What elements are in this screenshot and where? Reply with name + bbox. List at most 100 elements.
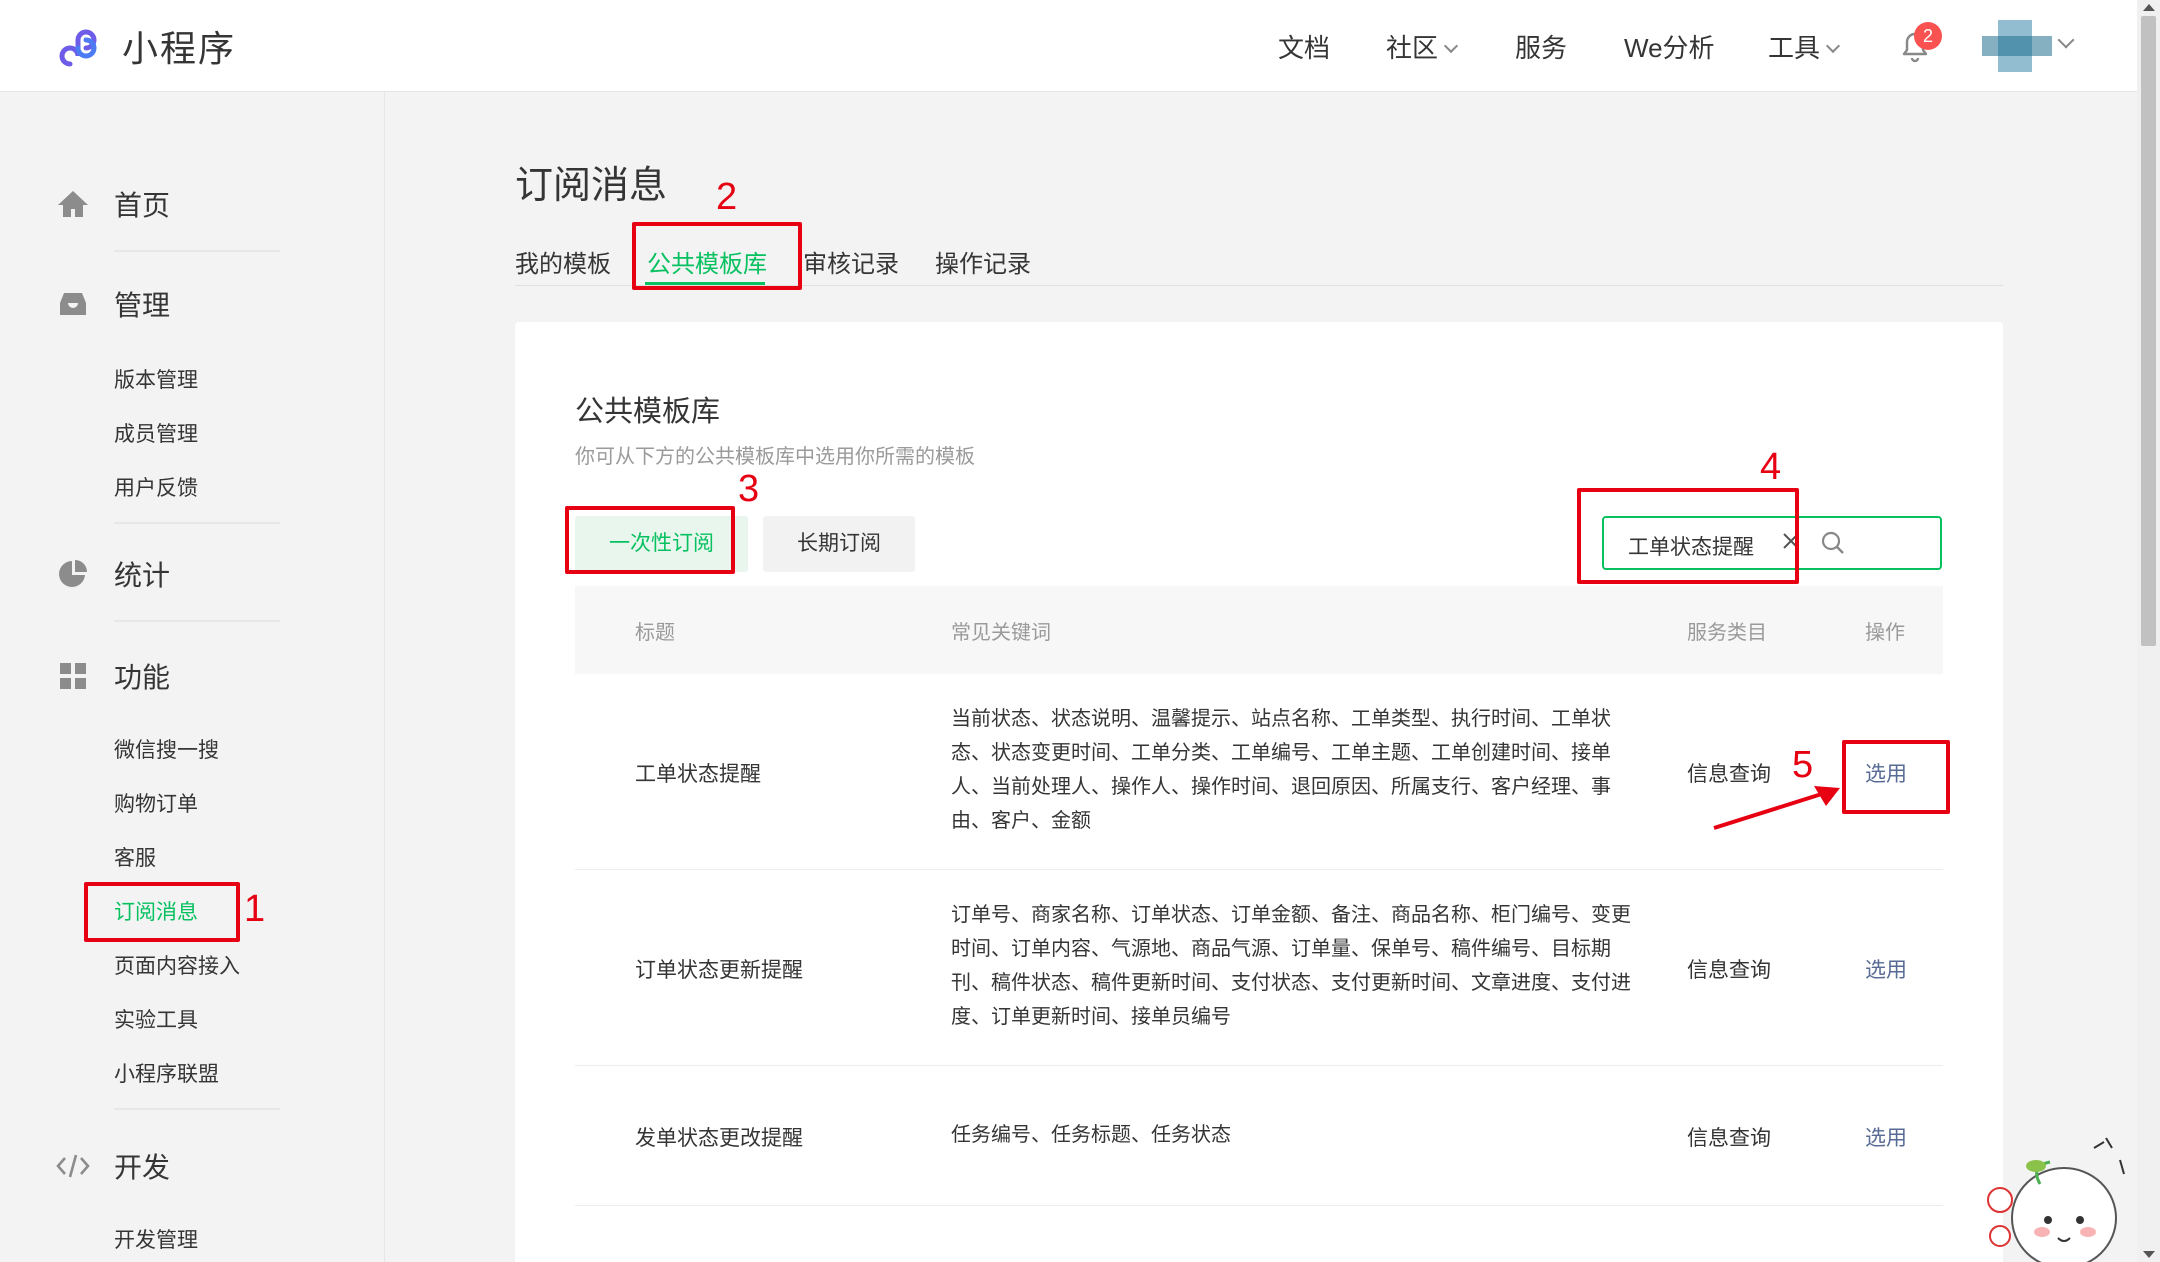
nav-tools[interactable]: 工具 xyxy=(1768,28,1841,65)
table-row: 发单状态更改提醒 任务编号、任务标题、任务状态 信息查询 选用 xyxy=(575,1066,1943,1206)
sidebar-item-dev-management[interactable]: 开发管理 xyxy=(114,1224,198,1254)
sidebar: 首页 管理 版本管理 成员管理 用户反馈 统计 功能 微信搜一搜 购物订单 客服… xyxy=(0,92,385,1262)
page-title: 订阅消息 xyxy=(515,165,668,207)
keyword-line: 任务编号、任务标题、任务状态 xyxy=(951,1124,1231,1146)
nav-docs-label: 文档 xyxy=(1278,33,1331,63)
annotation-box-1 xyxy=(84,882,240,942)
keyword-line: 态、状态变更时间、工单分类、工单编号、工单主题、工单创建时间、接单 xyxy=(951,742,1611,764)
sidebar-section-stats[interactable]: 统计 xyxy=(56,554,170,594)
tab-operation-records[interactable]: 操作记录 xyxy=(935,244,1031,279)
nav-community-label: 社区 xyxy=(1386,33,1439,63)
annotation-number-4: 4 xyxy=(1760,446,1782,488)
chevron-down-icon xyxy=(1443,38,1459,54)
home-icon xyxy=(56,187,90,221)
sidebar-item-version-management[interactable]: 版本管理 xyxy=(114,364,198,394)
row-title: 工单状态提醒 xyxy=(635,763,761,786)
nav-tools-label: 工具 xyxy=(1768,33,1821,63)
divider xyxy=(114,1108,280,1110)
sidebar-item-user-feedback[interactable]: 用户反馈 xyxy=(114,472,198,502)
row-category: 信息查询 xyxy=(1687,1127,1771,1150)
sidebar-item-experiment-tools[interactable]: 实验工具 xyxy=(114,1004,198,1034)
sidebar-item-customer-service[interactable]: 客服 xyxy=(114,842,156,872)
column-header-category: 服务类目 xyxy=(1687,622,1767,644)
sidebar-section-label: 管理 xyxy=(114,290,171,321)
subtab-long-term-subscription[interactable]: 长期订阅 xyxy=(763,516,915,572)
sidebar-section-label: 功能 xyxy=(114,662,171,693)
scrollbar[interactable] xyxy=(2137,0,2160,1262)
sidebar-section-label: 开发 xyxy=(114,1152,171,1183)
code-icon xyxy=(56,1149,90,1183)
row-keywords: 当前状态、状态说明、温馨提示、站点名称、工单类型、执行时间、工单状 态、状态变更… xyxy=(951,702,1667,838)
annotation-number-5: 5 xyxy=(1792,744,1814,786)
row-keywords: 订单号、商家名称、订单状态、订单金额、备注、商品名称、柜门编号、变更 时间、订单… xyxy=(951,898,1667,1034)
keyword-line: 当前状态、状态说明、温馨提示、站点名称、工单类型、执行时间、工单状 xyxy=(951,708,1611,730)
pie-chart-icon xyxy=(56,557,90,591)
notification-badge: 2 xyxy=(1914,22,1942,50)
sidebar-section-label: 首页 xyxy=(114,190,171,221)
sidebar-section-features[interactable]: 功能 xyxy=(56,656,170,696)
divider xyxy=(114,250,280,252)
select-template-button[interactable]: 选用 xyxy=(1865,954,1907,984)
keyword-line: 由、客户、金额 xyxy=(951,810,1091,832)
table-header: 标题 常见关键词 服务类目 操作 xyxy=(575,586,1943,674)
top-navbar: 小程序 文档 社区 服务 We分析 工具 2 xyxy=(0,0,2137,92)
sidebar-item-member-management[interactable]: 成员管理 xyxy=(114,418,198,448)
scroll-down-arrow-icon[interactable] xyxy=(2143,1251,2155,1258)
search-icon[interactable] xyxy=(1820,530,1846,556)
nav-services[interactable]: 服务 xyxy=(1515,28,1567,65)
annotation-box-5 xyxy=(1842,740,1950,814)
logo[interactable]: 小程序 xyxy=(56,20,236,72)
sidebar-item-miniprogram-union[interactable]: 小程序联盟 xyxy=(114,1058,219,1088)
table-row: 工单状态提醒 当前状态、状态说明、温馨提示、站点名称、工单类型、执行时间、工单状… xyxy=(575,674,1943,870)
keyword-line: 订单号、商家名称、订单状态、订单金额、备注、商品名称、柜门编号、变更 xyxy=(951,904,1631,926)
select-template-button[interactable]: 选用 xyxy=(1865,1122,1907,1152)
annotation-box-3 xyxy=(565,506,735,574)
grid-icon xyxy=(56,659,90,693)
row-keywords: 任务编号、任务标题、任务状态 xyxy=(951,1118,1667,1152)
chevron-down-icon xyxy=(1825,38,1841,54)
table-row: 订单状态更新提醒 订单号、商家名称、订单状态、订单金额、备注、商品名称、柜门编号… xyxy=(575,870,1943,1066)
divider xyxy=(114,620,280,622)
chevron-down-icon[interactable] xyxy=(2057,31,2075,49)
row-title: 发单状态更改提醒 xyxy=(635,1127,803,1150)
logo-text: 小程序 xyxy=(122,28,237,69)
nav-services-label: 服务 xyxy=(1515,33,1568,63)
annotation-box-4 xyxy=(1577,488,1799,584)
keyword-line: 时间、订单内容、气源地、商品气源、订单量、保单号、稿件编号、目标期 xyxy=(951,938,1611,960)
keyword-line: 人、当前处理人、操作人、操作时间、退回原因、所属支行、客户经理、事 xyxy=(951,776,1611,798)
sidebar-section-label: 统计 xyxy=(114,560,171,591)
mascot-sticker-icon xyxy=(1987,1137,2125,1262)
card-title: 公共模板库 xyxy=(575,396,721,428)
row-category: 信息查询 xyxy=(1687,959,1771,982)
sidebar-section-develop[interactable]: 开发 xyxy=(56,1146,170,1186)
annotation-number-2: 2 xyxy=(716,176,738,218)
nav-we-analysis[interactable]: We分析 xyxy=(1624,28,1715,65)
column-header-keywords: 常见关键词 xyxy=(951,622,1051,644)
row-title: 订单状态更新提醒 xyxy=(635,959,803,982)
scrollbar-thumb[interactable] xyxy=(2141,16,2156,646)
column-header-title: 标题 xyxy=(635,622,675,644)
column-header-action: 操作 xyxy=(1865,622,1905,644)
scroll-up-arrow-icon[interactable] xyxy=(2143,4,2155,11)
sidebar-section-manage[interactable]: 管理 xyxy=(56,284,170,324)
annotation-number-1: 1 xyxy=(244,888,266,930)
nav-docs[interactable]: 文档 xyxy=(1278,28,1330,65)
nav-community[interactable]: 社区 xyxy=(1386,28,1459,65)
keyword-line: 刊、稿件状态、稿件更新时间、支付状态、支付更新时间、文章进度、支付进 xyxy=(951,972,1631,994)
tab-my-templates[interactable]: 我的模板 xyxy=(515,244,611,279)
annotation-arrow-icon xyxy=(1713,786,1840,830)
annotation-box-2 xyxy=(632,222,802,290)
sidebar-item-shopping-orders[interactable]: 购物订单 xyxy=(114,788,198,818)
sidebar-section-home[interactable]: 首页 xyxy=(56,184,170,224)
avatar[interactable] xyxy=(1982,20,2052,72)
miniprogram-logo-icon xyxy=(59,29,97,67)
card-description: 你可从下方的公共模板库中选用你所需的模板 xyxy=(575,446,975,468)
sidebar-item-page-content-access[interactable]: 页面内容接入 xyxy=(114,950,240,980)
tab-review-records[interactable]: 审核记录 xyxy=(803,244,899,279)
divider xyxy=(114,522,280,524)
inbox-icon xyxy=(56,287,90,321)
annotation-number-3: 3 xyxy=(738,468,760,510)
nav-we-analysis-label: We分析 xyxy=(1624,33,1715,63)
sidebar-item-wechat-search[interactable]: 微信搜一搜 xyxy=(114,734,219,764)
keyword-line: 度、订单更新时间、接单员编号 xyxy=(951,1006,1231,1028)
